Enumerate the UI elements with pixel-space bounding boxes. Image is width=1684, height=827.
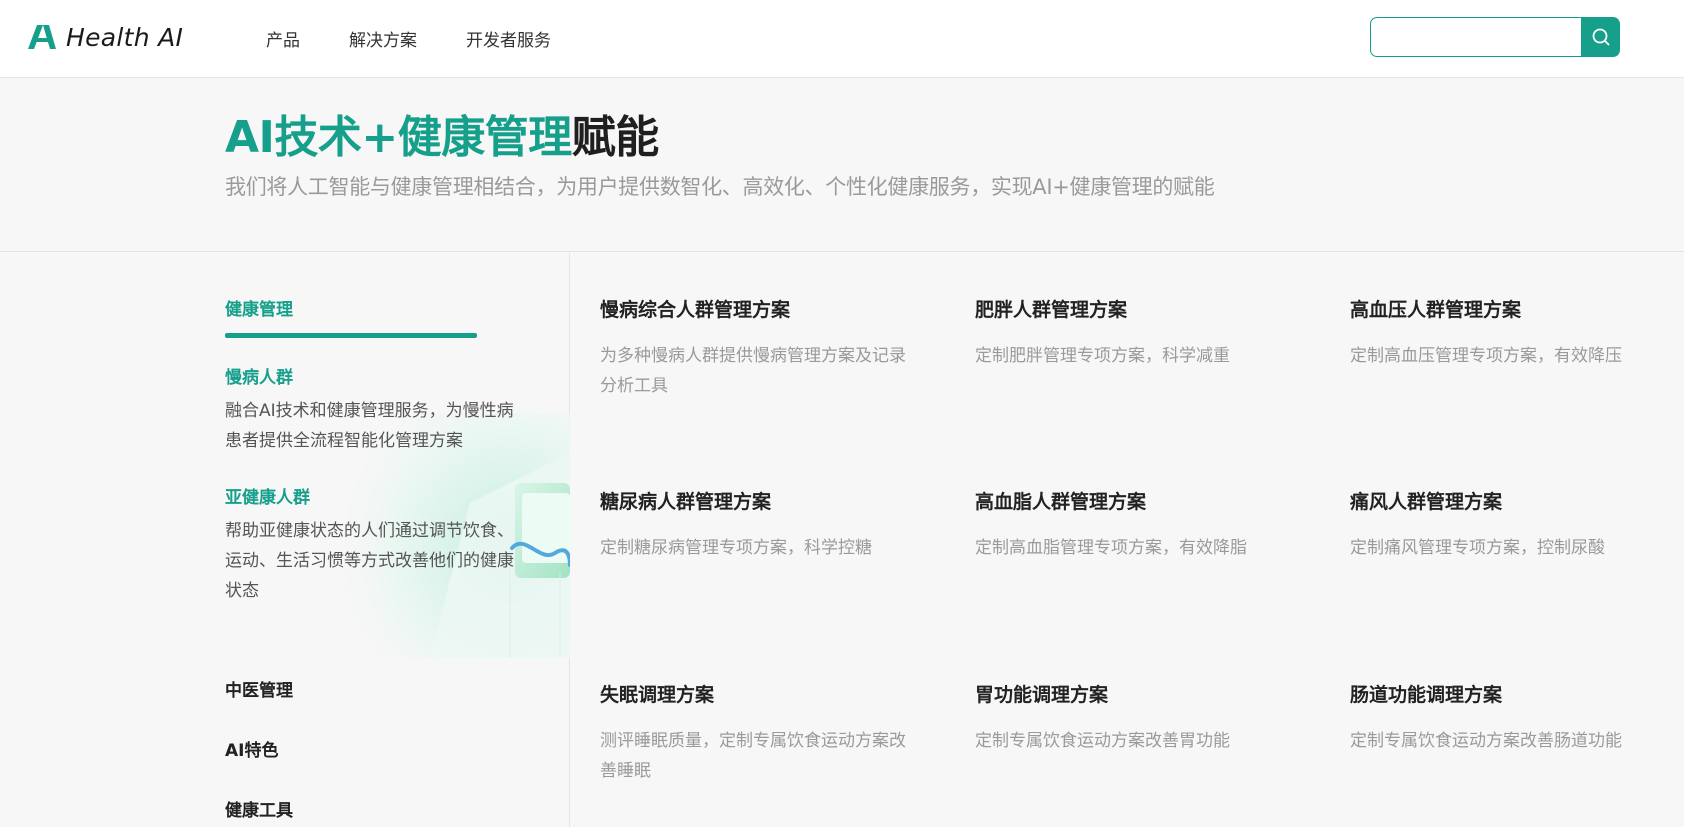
category-ai-features[interactable]: AI特色 (225, 736, 278, 761)
solution-title: 失眠调理方案 (600, 684, 715, 706)
solution-card[interactable]: 痛风人群管理方案 定制痛风管理专项方案，控制尿酸 (1350, 487, 1684, 563)
solution-title: 高血脂人群管理方案 (975, 491, 1147, 513)
category-tcm-management[interactable]: 中医管理 (225, 676, 293, 701)
solution-card[interactable]: 慢病综合人群管理方案 为多种慢病人群提供慢病管理方案及记录分析工具 (600, 295, 950, 401)
nav-item-solutions[interactable]: 解决方案 (349, 26, 417, 51)
subcategory-sub-health-desc: 帮助亚健康状态的人们通过调节饮食、运动、生活习惯等方式改善他们的健康状态 (225, 521, 514, 601)
solution-desc: 测评睡眠质量，定制专属饮食运动方案改善睡眠 (600, 731, 906, 781)
solution-desc: 定制专属饮食运动方案改善肠道功能 (1350, 731, 1622, 751)
solution-title: 肥胖人群管理方案 (975, 299, 1128, 321)
search-icon (1592, 28, 1609, 46)
logo-text: Health AI (66, 22, 184, 52)
category-sidebar: 健康管理 慢病人群 融合AI技术和健康管理服务，为慢性病患者提供全流程智能化管理… (0, 253, 570, 827)
solution-card[interactable]: 肠道功能调理方案 定制专属饮食运动方案改善肠道功能 (1350, 680, 1684, 756)
subcategory-chronic-disease[interactable]: 慢病人群 (225, 363, 293, 388)
solution-desc: 定制高血压管理专项方案，有效降压 (1350, 346, 1622, 366)
solution-card[interactable]: 高血压人群管理方案 定制高血压管理专项方案，有效降压 (1350, 295, 1684, 371)
nav-item-products[interactable]: 产品 (266, 26, 300, 51)
search-input[interactable] (1370, 17, 1581, 57)
page-title: AI技术+健康管理赋能 (225, 101, 659, 165)
solution-card[interactable]: 糖尿病人群管理方案 定制糖尿病管理专项方案，科学控糖 (600, 487, 950, 563)
solution-card[interactable]: 失眠调理方案 测评睡眠质量，定制专属饮食运动方案改善睡眠 (600, 680, 950, 786)
solution-card[interactable]: 胃功能调理方案 定制专属饮食运动方案改善胃功能 (975, 680, 1325, 756)
logo-mark-icon (28, 25, 56, 49)
subcategory-sub-health[interactable]: 亚健康人群 (225, 483, 310, 508)
solution-desc: 为多种慢病人群提供慢病管理方案及记录分析工具 (600, 346, 906, 396)
solution-title: 慢病综合人群管理方案 (600, 299, 791, 321)
search-box (1370, 17, 1620, 57)
brand-logo[interactable]: Health AI (26, 22, 183, 52)
solution-title: 痛风人群管理方案 (1350, 491, 1503, 513)
active-category-indicator (225, 333, 477, 338)
solution-desc: 定制糖尿病管理专项方案，科学控糖 (600, 538, 872, 558)
solution-desc: 定制高血脂管理专项方案，有效降脂 (975, 538, 1247, 558)
solution-desc: 定制专属饮食运动方案改善胃功能 (975, 731, 1230, 751)
solution-title: 糖尿病人群管理方案 (600, 491, 772, 513)
page-subtitle: 我们将人工智能与健康管理相结合，为用户提供数智化、高效化、个性化健康服务，实现A… (225, 175, 1215, 199)
solution-title: 高血压人群管理方案 (1350, 299, 1522, 321)
solution-title: 肠道功能调理方案 (1350, 684, 1503, 706)
solution-card[interactable]: 肥胖人群管理方案 定制肥胖管理专项方案，科学减重 (975, 295, 1325, 371)
solution-title: 胃功能调理方案 (975, 684, 1109, 706)
solution-card[interactable]: 高血脂人群管理方案 定制高血脂管理专项方案，有效降脂 (975, 487, 1325, 563)
solution-desc: 定制肥胖管理专项方案，科学减重 (975, 346, 1230, 366)
subcategory-chronic-disease-desc: 融合AI技术和健康管理服务，为慢性病患者提供全流程智能化管理方案 (225, 401, 514, 451)
top-header: Health AI 产品 解决方案 开发者服务 (0, 0, 1684, 78)
solution-desc: 定制痛风管理专项方案，控制尿酸 (1350, 538, 1605, 558)
search-button[interactable] (1581, 17, 1620, 57)
main-nav: 产品 解决方案 开发者服务 (266, 26, 600, 51)
category-health-management[interactable]: 健康管理 (225, 295, 293, 320)
hero-section: AI技术+健康管理赋能 我们将人工智能与健康管理相结合，为用户提供数智化、高效化… (0, 79, 1684, 252)
page-title-accent: AI技术+健康管理 (225, 112, 572, 163)
category-health-tools[interactable]: 健康工具 (225, 796, 293, 821)
page-title-rest: 赋能 (571, 112, 660, 163)
nav-item-developer-services[interactable]: 开发者服务 (466, 26, 551, 51)
